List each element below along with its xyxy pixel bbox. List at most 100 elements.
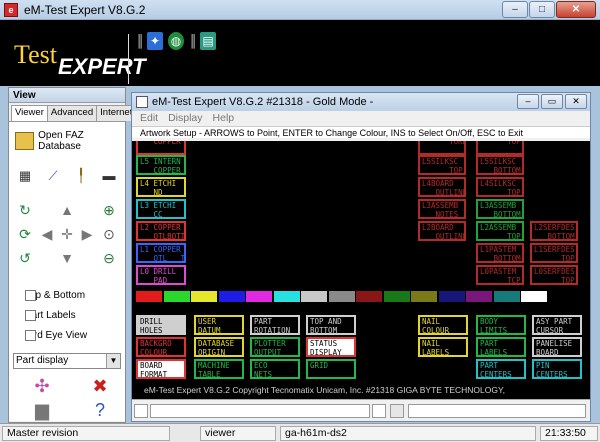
maximize-button[interactable]: □ xyxy=(529,1,555,18)
board-icon[interactable]: ▆ xyxy=(29,398,55,422)
inner-restore-button[interactable]: ▭ xyxy=(541,94,563,109)
layer-button[interactable]: L3ASSEMB NOTES xyxy=(418,199,466,219)
layer-button[interactable]: L4SILKSC TOP xyxy=(476,177,524,197)
layer-button[interactable]: L1 COPPER OTL___TOP xyxy=(136,243,186,263)
globe-icon[interactable]: ◍ xyxy=(168,32,184,50)
colour-swatch[interactable] xyxy=(163,291,190,302)
checkbox-box[interactable] xyxy=(25,290,36,301)
menu-help[interactable]: Help xyxy=(213,111,235,126)
colour-swatch[interactable] xyxy=(493,291,520,302)
colour-swatch[interactable] xyxy=(466,291,492,302)
pan-up-icon[interactable]: ▲ xyxy=(57,200,77,220)
layer-button[interactable]: L3ASSEMB BOTTOM xyxy=(476,199,524,219)
inner-scroll-right[interactable] xyxy=(372,404,386,418)
colour-swatch[interactable] xyxy=(356,291,382,302)
setup-option-button[interactable]: USER DATUM xyxy=(194,315,244,335)
setup-option-button[interactable]: ASY PART CURSOR xyxy=(532,315,582,335)
checkbox-part-labels[interactable]: Part Labels xyxy=(25,310,76,321)
layer-button[interactable]: L0 DRILL PAD xyxy=(136,265,186,285)
setup-option-button[interactable]: MACHINE TABLE xyxy=(194,359,244,379)
pan-down-icon[interactable]: ▼ xyxy=(57,248,77,268)
zoom-out-icon[interactable]: ⊖ xyxy=(99,248,119,268)
layer-button[interactable]: TOP xyxy=(476,141,524,155)
zoom-in-icon[interactable]: ⊕ xyxy=(99,200,119,220)
setup-option-button[interactable]: TOP AND BOTTOM xyxy=(306,315,356,335)
tab-viewer[interactable]: Viewer xyxy=(11,105,48,121)
no-components-icon[interactable]: ✖ xyxy=(87,374,113,398)
document-tab-icon[interactable] xyxy=(390,404,404,418)
pins-icon[interactable]: ╿ xyxy=(71,168,91,184)
probe-icon[interactable]: ⟋ xyxy=(43,168,63,184)
horizontal-scrollbar[interactable] xyxy=(150,404,370,418)
setup-option-button[interactable]: STATUS DISPLAY xyxy=(306,337,356,357)
layer-button[interactable]: L5SILKSC TOP xyxy=(418,155,466,175)
wizard-icon[interactable]: ✦ xyxy=(147,32,163,50)
setup-option-button[interactable]: PART LABELS xyxy=(476,337,526,357)
artwork-canvas[interactable]: eM-Test Expert V8.G.2 Copyright Tecnomat… xyxy=(132,141,590,399)
help-icon[interactable]: ? xyxy=(87,398,113,422)
layer-button[interactable]: TOKBOR xyxy=(418,141,466,155)
layer-button[interactable]: L5SILKSC BOTTOM xyxy=(476,155,524,175)
layer-button[interactable]: L4BOARD OUTLINE xyxy=(418,177,466,197)
menu-edit[interactable]: Edit xyxy=(140,111,158,126)
layer-button[interactable]: L1SERFDES TOP xyxy=(530,243,578,263)
rotate-ccw-icon[interactable]: ↺ xyxy=(15,248,35,268)
setup-option-button[interactable]: BOARD FORMAT xyxy=(136,359,186,379)
layer-button[interactable]: L2BOARD OUTLINE xyxy=(418,221,466,241)
layer-button[interactable]: L2ASSEMB TOP xyxy=(476,221,524,241)
checkbox-box[interactable] xyxy=(25,310,36,321)
setup-option-button[interactable]: PLOTTER OUTPUT xyxy=(250,337,300,357)
zoom-window-icon[interactable]: ⊙ xyxy=(99,224,119,244)
layer-button[interactable]: COPPER xyxy=(136,141,186,155)
setup-option-button[interactable]: ECO NETS xyxy=(250,359,300,379)
setup-option-button[interactable]: NAIL COLOUR xyxy=(418,315,468,335)
ic-package-icon[interactable]: ▬ xyxy=(99,168,119,184)
setup-option-button[interactable]: GRID xyxy=(306,359,356,379)
display-select[interactable]: Part display ▼ xyxy=(13,353,121,369)
colour-swatch[interactable] xyxy=(218,291,245,302)
pan-left-icon[interactable]: ◀ xyxy=(37,224,57,244)
layer-button[interactable]: L1PASTEM BOTTOM xyxy=(476,243,524,263)
setup-option-button[interactable]: DRILL HOLES xyxy=(136,315,186,335)
setup-option-button[interactable]: PIN CENTERS xyxy=(532,359,582,379)
inner-minimize-button[interactable]: – xyxy=(517,94,539,109)
colour-swatch[interactable] xyxy=(273,291,300,302)
layer-button[interactable]: L4 ETCHI ND xyxy=(136,177,186,197)
colour-swatch[interactable] xyxy=(521,291,547,302)
components-icon[interactable]: ✣ xyxy=(29,374,55,398)
layer-button[interactable]: L5 INTERN COPPER xyxy=(136,155,186,175)
checkbox-top-bottom[interactable]: Top & Bottom xyxy=(25,290,85,301)
colour-swatch[interactable] xyxy=(191,291,217,302)
setup-option-button[interactable]: PANELISE BOARD xyxy=(532,337,582,357)
minimize-button[interactable]: – xyxy=(502,1,528,18)
setup-option-button[interactable]: NAIL LABELS xyxy=(418,337,468,357)
inner-scroll-track[interactable] xyxy=(134,404,148,418)
setup-option-button[interactable]: BODY LIMITS xyxy=(476,315,526,335)
layer-button[interactable]: L2 COPPER OTLBOTTOM xyxy=(136,221,186,241)
colour-swatch[interactable] xyxy=(136,291,162,302)
checkbox-bird-eye-view[interactable]: Bird Eye View xyxy=(25,330,87,341)
menu-display[interactable]: Display xyxy=(168,111,202,126)
document-icon[interactable]: ▤ xyxy=(200,32,216,50)
colour-swatch[interactable] xyxy=(301,291,327,302)
layer-button[interactable]: L2SERFDES BOTTOM xyxy=(530,221,578,241)
inner-close-button[interactable]: ✕ xyxy=(565,94,587,109)
colour-swatch[interactable] xyxy=(383,291,410,302)
open-faz-database-button[interactable]: Open FAZ Database xyxy=(15,130,125,152)
close-button[interactable]: ✕ xyxy=(556,1,596,18)
setup-option-button[interactable]: PART ROTATION xyxy=(250,315,300,335)
chip-icon[interactable]: ▦ xyxy=(15,168,35,184)
colour-swatch[interactable] xyxy=(246,291,272,302)
colour-swatch[interactable] xyxy=(438,291,465,302)
layer-button[interactable]: L0SERFDES TOP xyxy=(530,265,578,285)
refresh-icon[interactable]: ⟳ xyxy=(15,224,35,244)
colour-swatch[interactable] xyxy=(328,291,355,302)
tab-advanced[interactable]: Advanced xyxy=(46,105,98,121)
rotate-cw-icon[interactable]: ↻ xyxy=(15,200,35,220)
pan-right-icon[interactable]: ▶ xyxy=(77,224,97,244)
chevron-down-icon[interactable]: ▼ xyxy=(106,354,120,368)
colour-swatch[interactable] xyxy=(411,291,437,302)
checkbox-box[interactable] xyxy=(25,330,36,341)
center-icon[interactable]: ✛ xyxy=(57,224,77,244)
layer-button[interactable]: L3 ETCHI CC xyxy=(136,199,186,219)
